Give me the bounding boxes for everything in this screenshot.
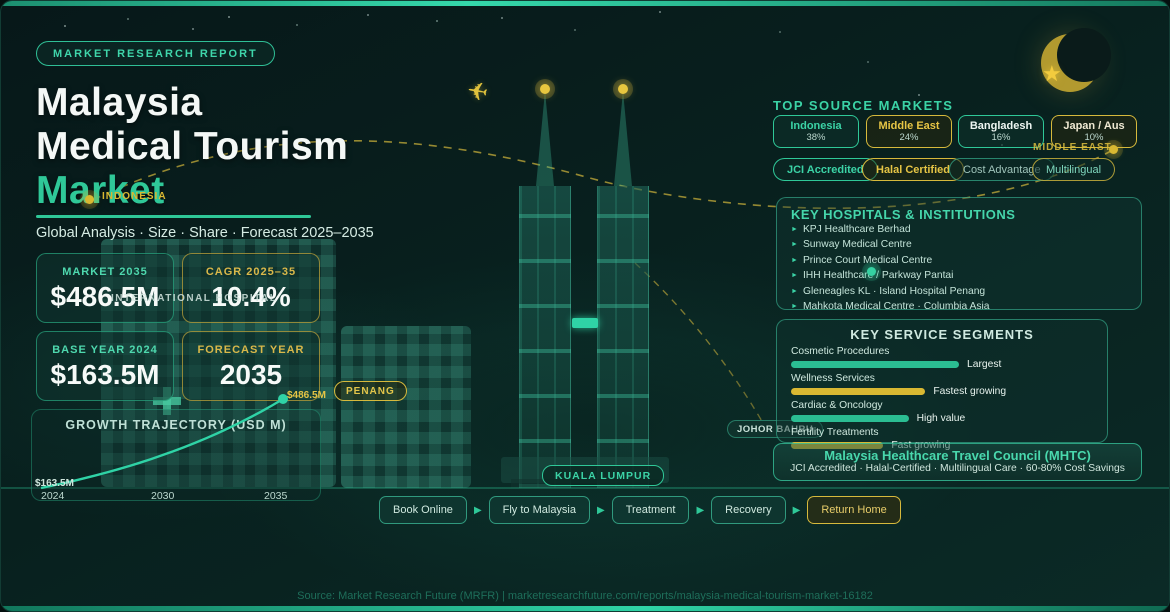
bullet-icon: ► (791, 226, 798, 233)
multilingual-pill[interactable]: Multilingual (1032, 158, 1115, 181)
journey-step-fly-to-malaysia[interactable]: Fly to Malaysia (489, 496, 590, 524)
subtitle: Global Analysis · Size · Share · Forecas… (36, 225, 374, 241)
report-type-badge[interactable]: MARKET RESEARCH REPORT (36, 41, 275, 66)
segment-bar (791, 361, 959, 368)
tower-spire-right (614, 91, 632, 186)
kl-map-dot (867, 267, 876, 276)
growth-chart (31, 389, 331, 501)
top-accent-bar (1, 1, 1169, 6)
hospital-item: ►Prince Court Medical Centre (791, 253, 1127, 268)
airplane-icon: ✈ (465, 75, 491, 108)
spire-light-right (618, 84, 628, 94)
patient-journey-flow: Book Online ▶ Fly to Malaysia ▶ Treatmen… (379, 496, 901, 524)
page-title-line1: Malaysia (36, 83, 203, 122)
mhtc-box: Malaysia Healthcare Travel Council (MHTC… (773, 443, 1142, 481)
moon-star-icon: ★ (1042, 61, 1062, 87)
skybridge (572, 318, 598, 328)
key-hospitals-panel: KEY HOSPITALS & INSTITUTIONS ►KPJ Health… (776, 197, 1142, 310)
stat-card-market-2035: MARKET 2035 $486.5M (36, 253, 174, 323)
key-service-segments-panel: KEY SERVICE SEGMENTS Cosmetic Procedures… (776, 319, 1108, 443)
segment-bar (791, 388, 925, 395)
kuala-lumpur-pill[interactable]: KUALA LUMPUR (542, 465, 664, 486)
middle-east-label: MIDDLE EAST (1033, 142, 1112, 153)
journey-step-recovery[interactable]: Recovery (711, 496, 785, 524)
infographic-canvas: ★ ✈ INTERNATIONAL HOSPITAL MARKET RESEAR… (0, 0, 1170, 612)
source-market-indonesia[interactable]: Indonesia 38% (773, 115, 859, 148)
stars-decor (1, 1, 3, 3)
x-tick-2024: 2024 (41, 490, 64, 502)
source-market-middle-east[interactable]: Middle East 24% (866, 115, 952, 148)
hospital-item: ►KPJ Healthcare Berhad (791, 222, 1127, 237)
building-decor (341, 326, 471, 488)
segment-row: Cardiac & Oncology High value (791, 400, 1093, 424)
title-underline (36, 215, 311, 218)
bullet-icon: ► (791, 257, 798, 264)
x-tick-2035: 2035 (264, 490, 287, 502)
bottom-accent-bar (1, 606, 1169, 611)
chart-start-value: $163.5M (35, 478, 74, 489)
indonesia-label: INDONESIA (102, 191, 167, 202)
segment-row: Wellness Services Fastest growing (791, 373, 1093, 397)
petronas-tower-left (519, 186, 571, 488)
growth-curve (41, 399, 283, 488)
segment-bar (791, 415, 909, 422)
hospital-item: ►Mahkota Medical Centre · Columbia Asia (791, 299, 1127, 314)
stat-card-cagr: CAGR 2025–35 10.4% (182, 253, 320, 323)
petronas-tower-right (597, 186, 649, 488)
hospital-item: ►Gleneagles KL · Island Hospital Penang (791, 284, 1127, 299)
bullet-icon: ► (791, 303, 798, 310)
arrow-right-icon: ▶ (696, 505, 704, 516)
segment-row: Cosmetic Procedures Largest (791, 346, 1093, 370)
hospital-item: ►Sunway Medical Centre (791, 237, 1127, 252)
key-service-segments-header: KEY SERVICE SEGMENTS (791, 327, 1093, 342)
x-tick-2030: 2030 (151, 490, 174, 502)
source-attribution: Source: Market Research Future (MRFR) | … (1, 590, 1169, 602)
journey-step-book-online[interactable]: Book Online (379, 496, 467, 524)
journey-step-return-home[interactable]: Return Home (807, 496, 900, 524)
page-title-line2: Medical Tourism (36, 127, 348, 166)
mhtc-subtitle: JCI Accredited · Halal-Certified · Multi… (774, 463, 1141, 474)
top-source-markets-header: TOP SOURCE MARKETS (773, 98, 953, 113)
spire-light-left (540, 84, 550, 94)
key-hospitals-header: KEY HOSPITALS & INSTITUTIONS (791, 207, 1127, 222)
chart-end-value: $486.5M (287, 390, 326, 401)
international-hospital-label: INTERNATIONAL HOSPITAL (111, 293, 277, 304)
mhtc-title: Malaysia Healthcare Travel Council (MHTC… (774, 448, 1141, 463)
indonesia-map-dot (85, 195, 94, 204)
hospital-item: ►IHH Healthcare / Parkway Pantai (791, 268, 1127, 283)
journey-step-treatment[interactable]: Treatment (612, 496, 690, 524)
bullet-icon: ► (791, 288, 798, 295)
arrow-right-icon: ▶ (793, 505, 801, 516)
source-market-bangladesh[interactable]: Bangladesh 16% (958, 115, 1044, 148)
middle-east-map-dot (1109, 145, 1118, 154)
penang-pill[interactable]: PENANG (334, 381, 407, 401)
arrow-right-icon: ▶ (597, 505, 605, 516)
stat-cards: MARKET 2035 $486.5M CAGR 2025–35 10.4% B… (36, 253, 320, 401)
arrow-right-icon: ▶ (474, 505, 482, 516)
bullet-icon: ► (791, 241, 798, 248)
tower-spire-left (536, 91, 554, 186)
bullet-icon: ► (791, 272, 798, 279)
